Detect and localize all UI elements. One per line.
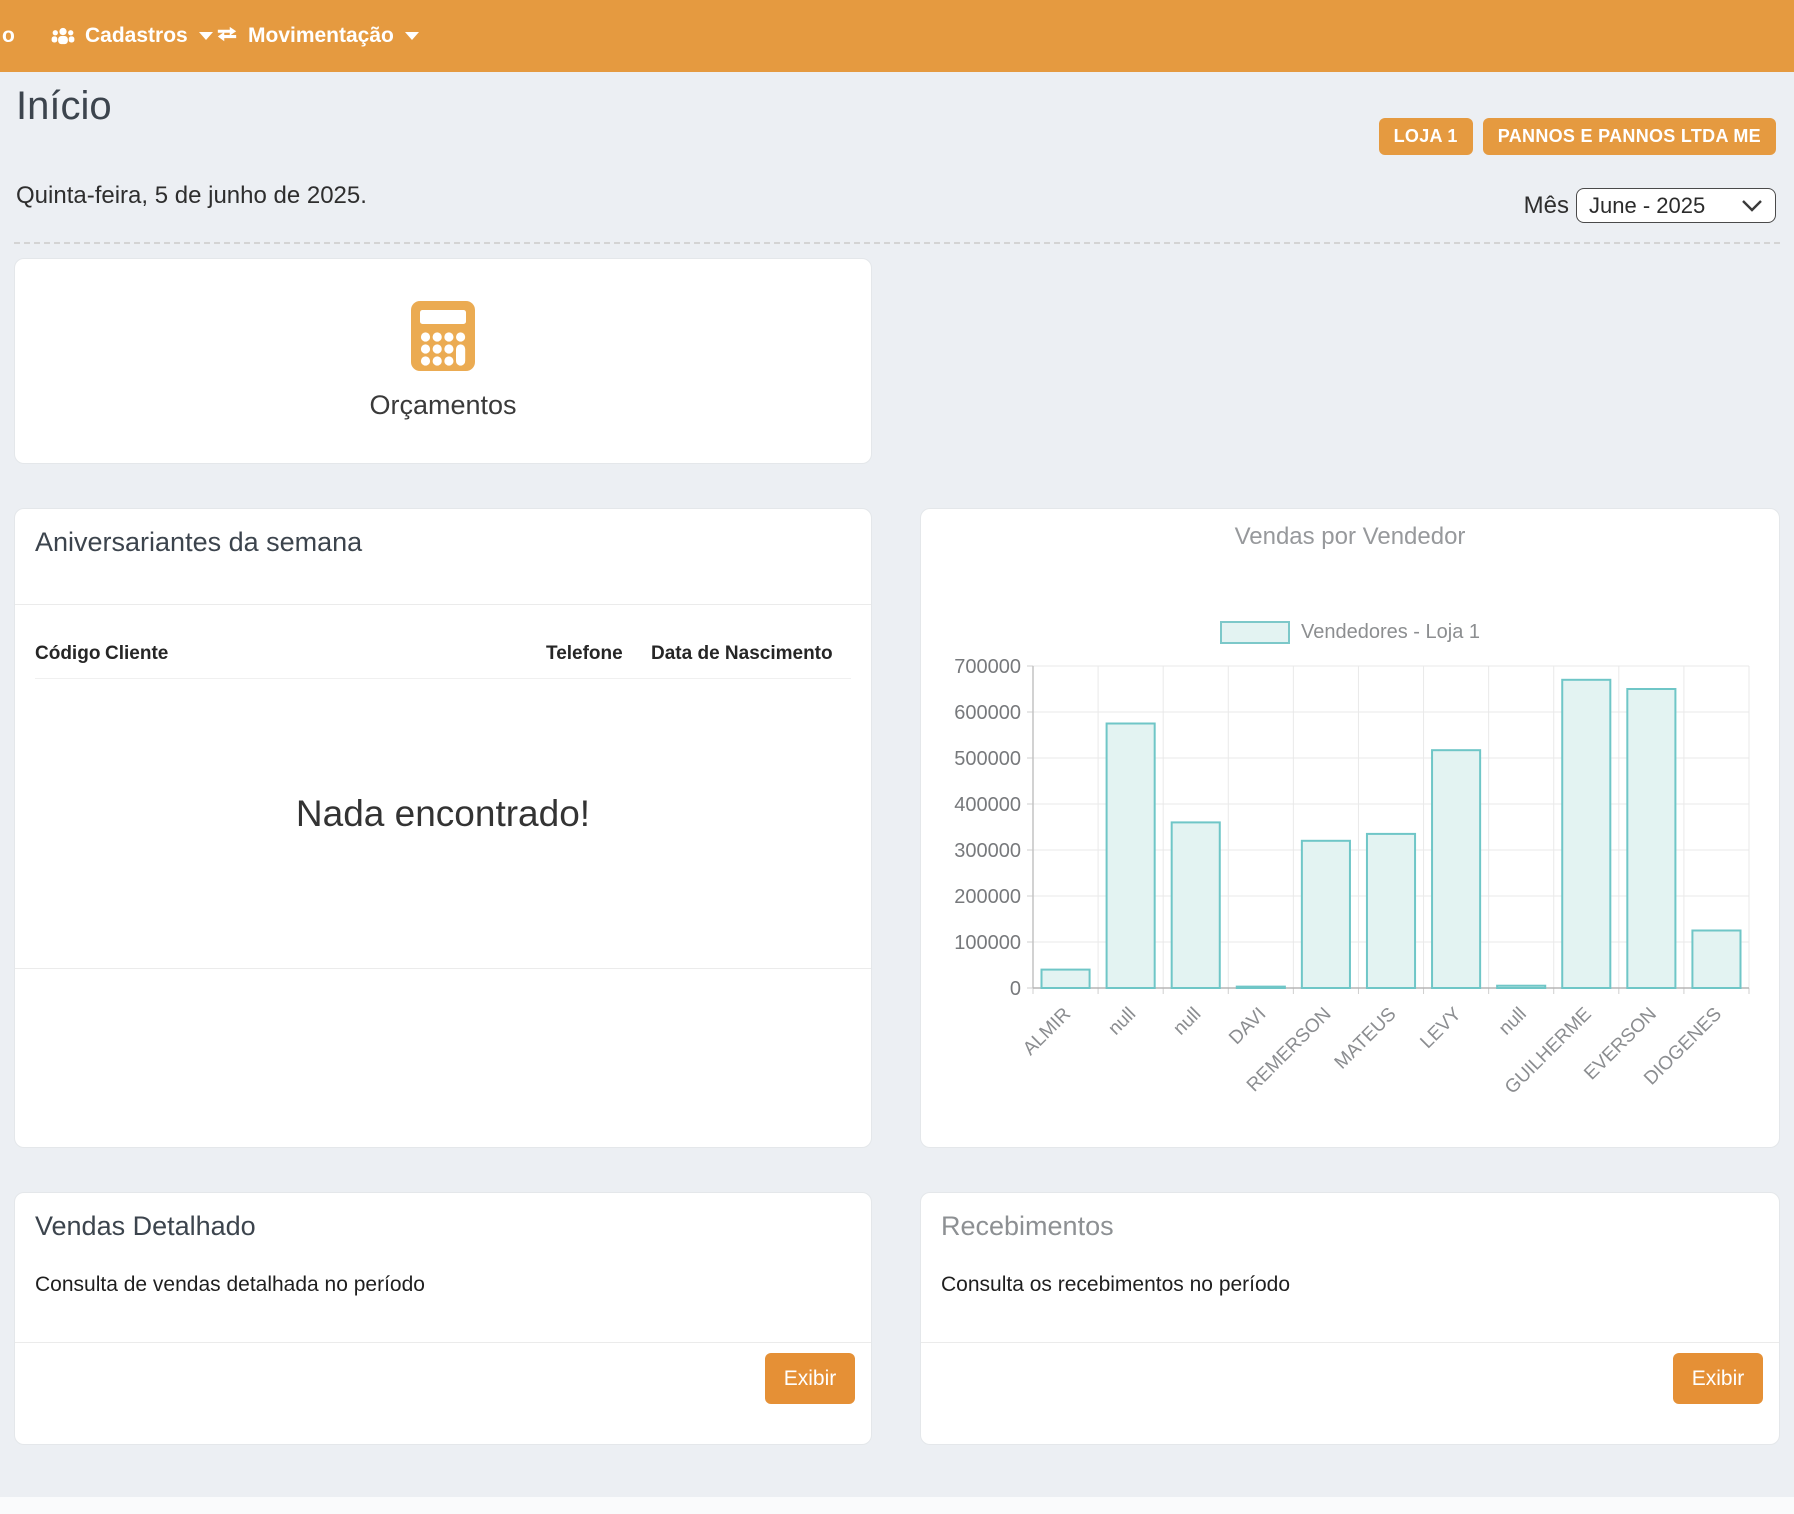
recebimentos-description: Consulta os recebimentos no período [941, 1273, 1290, 1297]
column-header-cliente: Cliente [105, 643, 546, 665]
orcamentos-label: Orçamentos [369, 390, 516, 421]
orcamentos-shortcut[interactable]: Orçamentos [15, 259, 871, 463]
month-select-value: June - 2025 [1589, 193, 1705, 219]
nav-item-cadastros-label: Cadastros [85, 24, 188, 48]
svg-text:0: 0 [1010, 978, 1021, 1000]
svg-text:500000: 500000 [954, 748, 1021, 770]
month-label: Mês [1524, 192, 1569, 220]
page: o Cadastros [0, 0, 1794, 1514]
current-date-text: Quinta-feira, 5 de junho de 2025. [16, 182, 367, 210]
shortcuts-card: Orçamentos [14, 258, 872, 464]
caret-down-icon [405, 32, 419, 40]
recebimentos-card: Recebimentos Consulta os recebimentos no… [920, 1192, 1780, 1445]
svg-text:DAVI: DAVI [1225, 1004, 1270, 1049]
divider [15, 1342, 871, 1343]
svg-text:null: null [1104, 1004, 1140, 1040]
month-select[interactable]: June - 2025 [1576, 188, 1776, 223]
column-header-telefone: Telefone [546, 643, 651, 665]
column-header-data-nascimento: Data de Nascimento [651, 643, 851, 665]
empty-state-message: Nada encontrado! [15, 793, 871, 835]
divider [15, 968, 871, 969]
svg-text:MATEUS: MATEUS [1331, 1004, 1401, 1074]
svg-text:ALMIR: ALMIR [1019, 1004, 1075, 1060]
exchange-arrows-icon [215, 25, 239, 47]
svg-text:300000: 300000 [954, 840, 1021, 862]
caret-down-icon [199, 32, 213, 40]
svg-text:null: null [1169, 1004, 1205, 1040]
divider [15, 604, 871, 605]
svg-text:200000: 200000 [954, 886, 1021, 908]
vendas-exibir-button[interactable]: Exibir [765, 1353, 855, 1404]
svg-text:LEVY: LEVY [1416, 1003, 1465, 1052]
footer-strip [0, 1497, 1794, 1514]
nav-item-cadastros[interactable]: Cadastros [50, 0, 213, 72]
svg-text:null: null [1495, 1004, 1531, 1040]
recebimentos-title: Recebimentos [941, 1211, 1114, 1242]
store-badge[interactable]: LOJA 1 [1379, 118, 1473, 155]
svg-text:700000: 700000 [954, 656, 1021, 678]
birthdays-table-header: Código Cliente Telefone Data de Nascimen… [35, 629, 851, 679]
vendas-detalhado-title: Vendas Detalhado [35, 1211, 256, 1242]
birthdays-title: Aniversariantes da semana [35, 527, 362, 558]
column-header-codigo: Código [35, 643, 105, 665]
nav-item-movimentacao[interactable]: Movimentação [215, 0, 419, 72]
top-navbar: o Cadastros [0, 0, 1794, 72]
nav-item-clipped-label: o [2, 24, 15, 48]
company-badge[interactable]: PANNOS E PANNOS LTDA ME [1483, 118, 1776, 155]
users-icon [50, 25, 76, 47]
recebimentos-exibir-button[interactable]: Exibir [1673, 1353, 1763, 1404]
calculator-icon [411, 301, 475, 376]
nav-item-clipped[interactable]: o [2, 0, 15, 72]
divider [921, 1342, 1779, 1343]
svg-text:100000: 100000 [954, 932, 1021, 954]
month-control: Mês June - 2025 [1524, 188, 1776, 223]
sales-chart-card: Vendas por Vendedor Vendedores - Loja 1 … [920, 508, 1780, 1148]
vendas-detalhado-card: Vendas Detalhado Consulta de vendas deta… [14, 1192, 872, 1445]
bar-chart: 0 100000 200000 300000 400000 500000 600000 700… [921, 509, 1779, 1147]
birthdays-card: Aniversariantes da semana Código Cliente… [14, 508, 872, 1148]
chevron-down-icon [1741, 193, 1763, 219]
page-title: Início [16, 84, 112, 129]
nav-item-movimentacao-label: Movimentação [248, 24, 394, 48]
dashed-separator [14, 242, 1780, 244]
header-badges: LOJA 1 PANNOS E PANNOS LTDA ME [1379, 118, 1776, 155]
svg-text:400000: 400000 [954, 794, 1021, 816]
svg-text:600000: 600000 [954, 702, 1021, 724]
vendas-detalhado-description: Consulta de vendas detalhada no período [35, 1273, 425, 1297]
